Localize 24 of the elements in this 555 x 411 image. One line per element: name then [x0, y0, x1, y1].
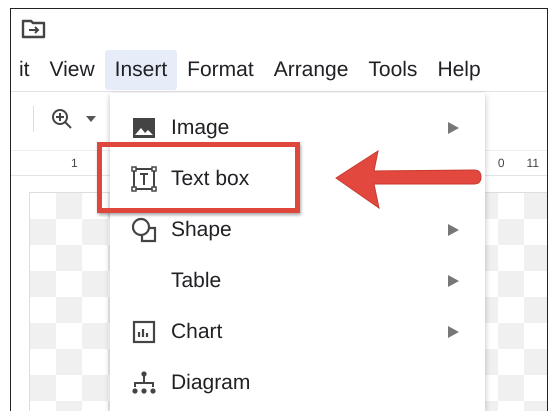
menu-item[interactable]: it	[11, 50, 40, 90]
menu-item[interactable]: Arrange	[264, 50, 358, 90]
menu-item[interactable]: View	[40, 50, 105, 90]
text-box-icon	[131, 166, 157, 192]
folder-icon[interactable]	[21, 18, 47, 40]
menu-item[interactable]: Insert	[104, 50, 178, 90]
ruler-number: 0	[498, 156, 505, 170]
zoom-icon[interactable]	[50, 107, 74, 131]
menu-item[interactable]: Tools	[358, 50, 428, 90]
menu-item[interactable]: Format	[177, 50, 264, 90]
menu-option[interactable]: Text box	[110, 153, 485, 204]
diagram-icon	[131, 370, 157, 396]
chart-icon	[132, 320, 156, 344]
menu-item[interactable]: Help	[427, 50, 491, 90]
shape-icon	[131, 216, 157, 242]
menu-option[interactable]: Shape	[110, 204, 485, 255]
ruler-number: 1	[71, 156, 78, 170]
menu-option[interactable]: Table	[110, 255, 485, 306]
menu-option[interactable]: Image	[110, 102, 485, 153]
ruler-number: 11	[526, 156, 539, 170]
menu-option[interactable]: Chart	[110, 306, 485, 357]
menu-option[interactable]: Diagram	[110, 357, 485, 408]
caret-icon[interactable]	[86, 116, 96, 122]
image-icon	[132, 116, 156, 140]
